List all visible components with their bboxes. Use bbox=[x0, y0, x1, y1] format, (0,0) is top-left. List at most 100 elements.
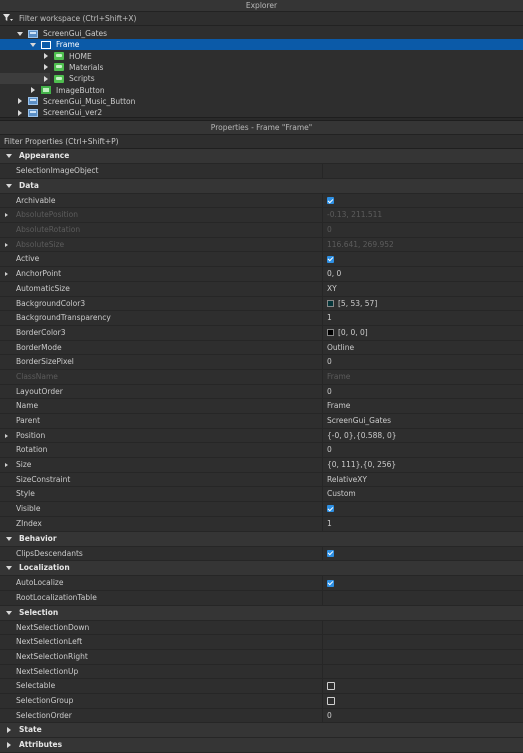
property-row[interactable]: SelectionImageObject bbox=[0, 164, 523, 179]
chevron-right-icon[interactable] bbox=[5, 208, 8, 222]
property-row[interactable]: ZIndex 1 bbox=[0, 516, 523, 532]
color-swatch[interactable] bbox=[327, 329, 334, 337]
property-row[interactable]: Selectable bbox=[0, 679, 523, 694]
tree-item[interactable]: Frame bbox=[0, 39, 523, 51]
property-value[interactable]: XY bbox=[323, 282, 523, 296]
property-value[interactable] bbox=[323, 164, 523, 178]
checkbox-checked[interactable] bbox=[327, 255, 334, 263]
checkbox-unchecked[interactable] bbox=[327, 682, 335, 691]
checkbox-checked[interactable] bbox=[327, 579, 334, 587]
property-value[interactable] bbox=[323, 547, 523, 561]
chevron-down-icon[interactable] bbox=[3, 607, 15, 618]
category-localization[interactable]: Localization bbox=[0, 561, 523, 577]
property-row[interactable]: Style Custom bbox=[0, 487, 523, 503]
property-row[interactable]: BackgroundColor3 [5, 53, 57] bbox=[0, 296, 523, 312]
chevron-right-icon[interactable] bbox=[42, 73, 50, 84]
property-value[interactable] bbox=[323, 665, 523, 679]
property-row[interactable]: BorderSizePixel 0 bbox=[0, 355, 523, 370]
property-row[interactable]: BackgroundTransparency 1 bbox=[0, 311, 523, 326]
property-row[interactable]: SelectionOrder 0 bbox=[0, 708, 523, 724]
property-value[interactable]: 0 bbox=[323, 709, 523, 723]
property-value[interactable] bbox=[323, 194, 523, 208]
property-value[interactable] bbox=[323, 694, 523, 708]
chevron-right-icon[interactable] bbox=[5, 267, 8, 281]
chevron-down-icon[interactable] bbox=[3, 180, 15, 191]
property-row[interactable]: BorderColor3 [0, 0, 0] bbox=[0, 325, 523, 341]
category-state[interactable]: State bbox=[0, 723, 523, 739]
category-data[interactable]: Data bbox=[0, 178, 523, 194]
property-value[interactable]: ScreenGui_Gates bbox=[323, 414, 523, 428]
tree-item[interactable]: ScreenGui_Gates bbox=[0, 28, 523, 39]
property-row[interactable]: AbsoluteSize 116.641, 269.952 bbox=[0, 237, 523, 253]
chevron-down-icon[interactable] bbox=[3, 533, 15, 544]
category-behavior[interactable]: Behavior bbox=[0, 531, 523, 547]
category-selection[interactable]: Selection bbox=[0, 605, 523, 621]
chevron-down-icon[interactable] bbox=[3, 151, 15, 162]
property-value[interactable]: Frame bbox=[323, 399, 523, 413]
property-value[interactable]: 0 bbox=[323, 443, 523, 457]
property-value[interactable] bbox=[323, 621, 523, 635]
chevron-right-icon[interactable] bbox=[3, 740, 15, 751]
chevron-right-icon[interactable] bbox=[5, 238, 8, 252]
property-row[interactable]: Position {-0, 0},{0.588, 0} bbox=[0, 428, 523, 444]
category-attributes[interactable]: Attributes bbox=[0, 738, 523, 753]
property-row[interactable]: AbsolutePosition -0.13, 211.511 bbox=[0, 208, 523, 224]
property-value[interactable]: 0, 0 bbox=[323, 267, 523, 281]
property-value[interactable]: Outline bbox=[323, 341, 523, 355]
chevron-right-icon[interactable] bbox=[42, 51, 50, 62]
checkbox-unchecked[interactable] bbox=[327, 696, 335, 705]
chevron-right-icon[interactable] bbox=[5, 458, 8, 472]
explorer-filter-input[interactable]: Filter workspace (Ctrl+Shift+X) bbox=[0, 12, 523, 26]
property-value[interactable]: Custom bbox=[323, 487, 523, 501]
tree-item[interactable]: ImageButton bbox=[0, 85, 523, 96]
property-value[interactable]: Frame bbox=[323, 370, 523, 384]
property-value[interactable]: 116.641, 269.952 bbox=[323, 238, 523, 252]
property-row[interactable]: AbsoluteRotation 0 bbox=[0, 223, 523, 238]
property-row[interactable]: Active bbox=[0, 252, 523, 268]
property-row[interactable]: ClipsDescendants bbox=[0, 546, 523, 562]
tree-item[interactable]: Materials bbox=[0, 62, 523, 73]
property-row[interactable]: NextSelectionDown bbox=[0, 620, 523, 636]
property-row[interactable]: SizeConstraint RelativeXY bbox=[0, 472, 523, 488]
property-value[interactable]: -0.13, 211.511 bbox=[323, 208, 523, 222]
property-row[interactable]: AutomaticSize XY bbox=[0, 281, 523, 297]
property-value[interactable]: {0, 111},{0, 256} bbox=[323, 458, 523, 472]
chevron-down-icon[interactable] bbox=[16, 28, 24, 39]
property-value[interactable] bbox=[323, 679, 523, 693]
chevron-right-icon[interactable] bbox=[29, 85, 37, 96]
property-row[interactable]: AutoLocalize bbox=[0, 576, 523, 591]
property-value[interactable]: 1 bbox=[323, 517, 523, 531]
chevron-right-icon[interactable] bbox=[5, 429, 8, 443]
chevron-down-icon[interactable] bbox=[29, 39, 37, 50]
property-value[interactable] bbox=[323, 650, 523, 664]
property-row[interactable]: Rotation 0 bbox=[0, 443, 523, 459]
tree-item[interactable]: Scripts bbox=[0, 73, 523, 84]
property-value[interactable] bbox=[323, 502, 523, 516]
property-row[interactable]: Archivable bbox=[0, 193, 523, 209]
property-value[interactable] bbox=[323, 252, 523, 266]
property-row[interactable]: LayoutOrder 0 bbox=[0, 384, 523, 400]
tree-item[interactable]: ScreenGui_ver2 bbox=[0, 107, 523, 117]
chevron-right-icon[interactable] bbox=[16, 96, 24, 107]
tree-item[interactable]: ScreenGui_Music_Button bbox=[0, 96, 523, 107]
property-row[interactable]: Visible bbox=[0, 502, 523, 517]
property-row[interactable]: ClassName Frame bbox=[0, 369, 523, 385]
property-value[interactable] bbox=[323, 635, 523, 649]
property-row[interactable]: Parent ScreenGui_Gates bbox=[0, 414, 523, 429]
chevron-right-icon[interactable] bbox=[42, 62, 50, 73]
property-value[interactable]: [0, 0, 0] bbox=[323, 326, 523, 340]
property-value[interactable]: 0 bbox=[323, 355, 523, 369]
property-row[interactable]: NextSelectionUp bbox=[0, 664, 523, 680]
property-value[interactable]: 0 bbox=[323, 385, 523, 399]
tree-item[interactable]: HOME bbox=[0, 51, 523, 62]
property-row[interactable]: NextSelectionRight bbox=[0, 649, 523, 665]
chevron-right-icon[interactable] bbox=[16, 107, 24, 117]
property-value[interactable]: [5, 53, 57] bbox=[323, 297, 523, 311]
property-row[interactable]: AnchorPoint 0, 0 bbox=[0, 267, 523, 282]
checkbox-checked[interactable] bbox=[327, 505, 334, 513]
checkbox-checked[interactable] bbox=[327, 549, 334, 557]
property-row[interactable]: SelectionGroup bbox=[0, 694, 523, 709]
property-row[interactable]: RootLocalizationTable bbox=[0, 590, 523, 606]
property-value[interactable] bbox=[323, 576, 523, 590]
property-value[interactable]: 1 bbox=[323, 311, 523, 325]
